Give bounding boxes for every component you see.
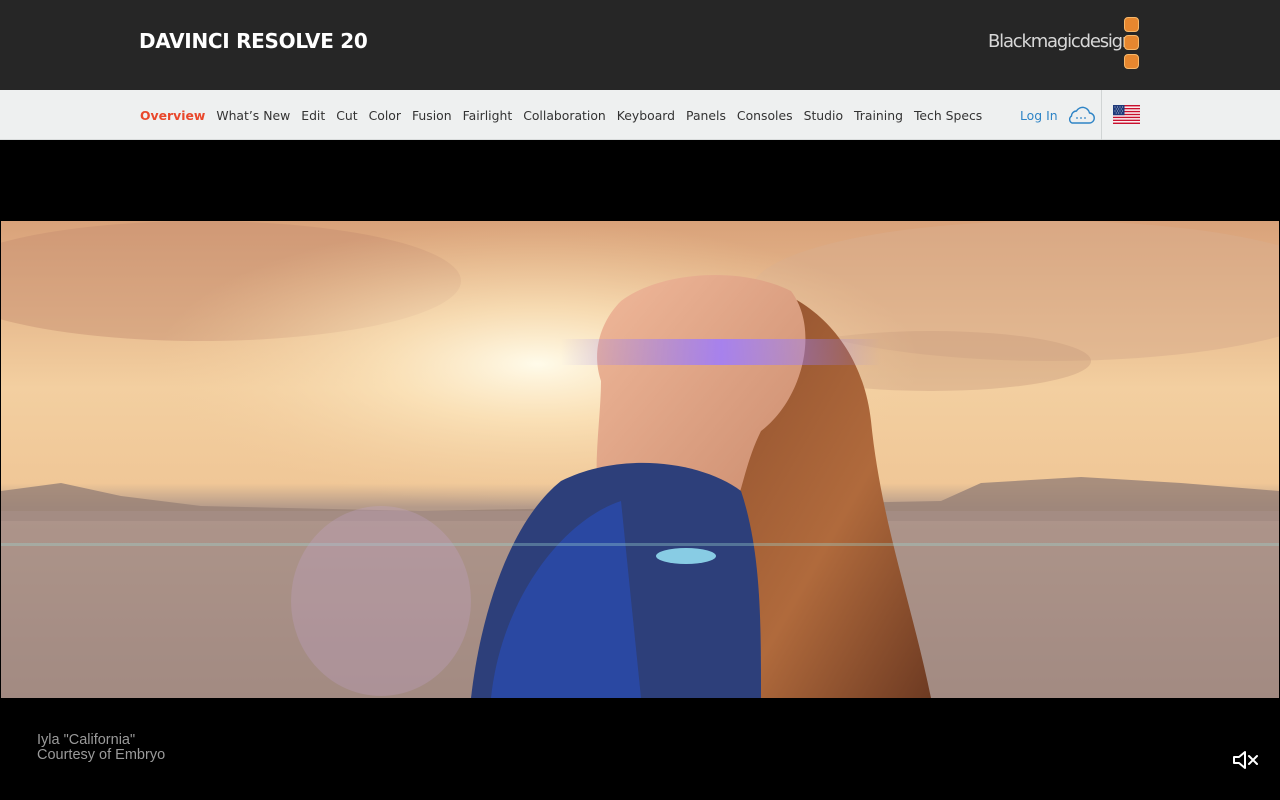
brand-dots-icon: [1124, 17, 1140, 71]
nav-training[interactable]: Training: [854, 108, 903, 123]
nav-studio[interactable]: Studio: [804, 108, 843, 123]
nav-list: Overview What’s New Edit Cut Color Fusio…: [140, 90, 993, 140]
nav-keyboard[interactable]: Keyboard: [617, 108, 675, 123]
nav-overview[interactable]: Overview: [140, 108, 205, 123]
nav-panels[interactable]: Panels: [686, 108, 726, 123]
nav-collaboration[interactable]: Collaboration: [523, 108, 606, 123]
caption-line-2: Courtesy of Embryo: [37, 747, 166, 763]
us-flag-icon[interactable]: [1113, 105, 1140, 124]
nav-cut[interactable]: Cut: [336, 108, 357, 123]
product-title[interactable]: DAVINCI RESOLVE 20: [139, 29, 368, 53]
nav-fusion[interactable]: Fusion: [412, 108, 452, 123]
nav-tech-specs[interactable]: Tech Specs: [914, 108, 982, 123]
cloud-icon: [1068, 106, 1095, 124]
top-header: DAVINCI RESOLVE 20 Blackmagicdesign: [0, 0, 1280, 90]
nav-fairlight[interactable]: Fairlight: [463, 108, 513, 123]
nav-consoles[interactable]: Consoles: [737, 108, 793, 123]
product-nav: Overview What’s New Edit Cut Color Fusio…: [0, 90, 1280, 140]
video-still-image: [1, 221, 1279, 698]
nav-whats-new[interactable]: What’s New: [216, 108, 290, 123]
nav-divider: [1101, 90, 1102, 140]
login-link[interactable]: Log In: [1020, 103, 1096, 127]
brand-wordmark: Blackmagicdesign: [988, 31, 1133, 52]
login-label: Log In: [1020, 107, 1058, 123]
speaker-muted-icon[interactable]: [1232, 748, 1260, 772]
blackmagic-logo[interactable]: Blackmagicdesign: [988, 17, 1148, 71]
nav-edit[interactable]: Edit: [301, 108, 325, 123]
nav-color[interactable]: Color: [369, 108, 401, 123]
video-caption: Iyla "California" Courtesy of Embryo: [37, 733, 165, 763]
caption-line-1: Iyla "California": [37, 732, 136, 748]
